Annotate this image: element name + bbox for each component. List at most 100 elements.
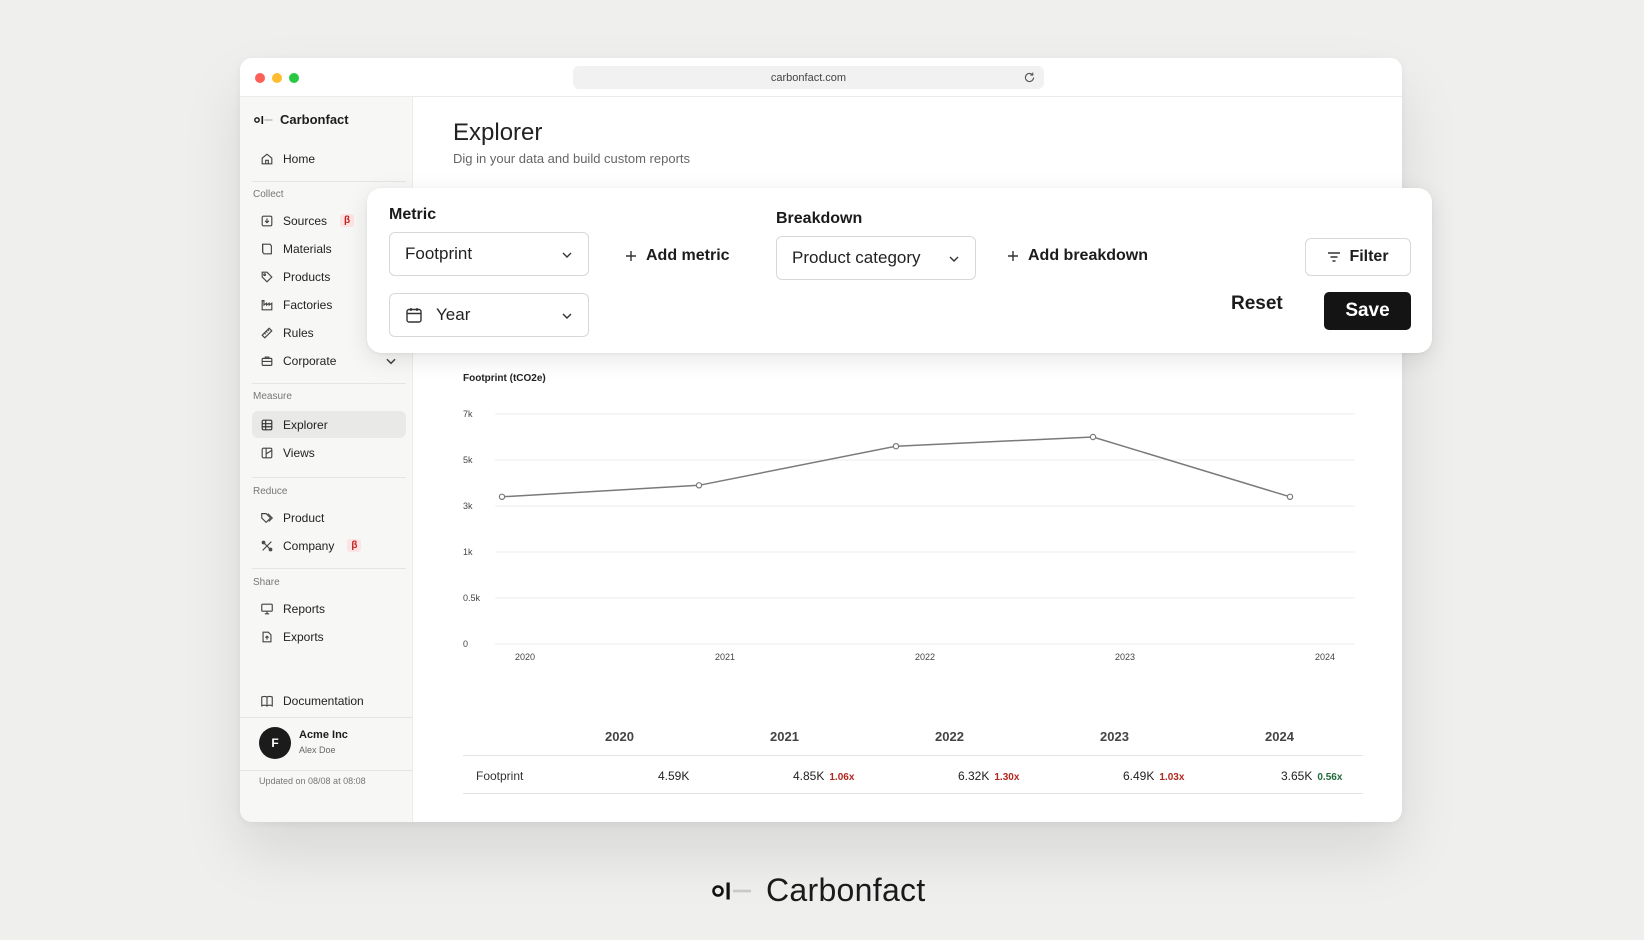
chart-data-point[interactable] — [498, 493, 506, 501]
table-row[interactable]: Footprint 4.59K 4.85K 1.06x 6.32K 1.30x 6.49K 1… — [463, 756, 1363, 794]
sidebar-item-label: Explorer — [283, 417, 328, 432]
chart-x-tick-label: 2024 — [1315, 652, 1335, 662]
table-header: 2020 2021 2022 2023 2024 — [463, 718, 1363, 756]
footer-brand-name: Carbonfact — [766, 872, 926, 908]
save-button[interactable]: Save — [1324, 292, 1411, 330]
page-subtitle: Dig in your data and build custom report… — [453, 151, 691, 166]
sidebar-item-reports[interactable]: Reports — [252, 595, 406, 622]
sidebar-item-label: Product — [283, 510, 325, 525]
beta-badge: β — [347, 539, 362, 552]
chevron-down-icon — [562, 313, 572, 319]
chart-x-tick-label: 2022 — [915, 652, 935, 662]
account-user: Alex Doe — [299, 745, 336, 755]
sidebar-logo[interactable]: Carbonfact — [254, 112, 349, 127]
add-breakdown-button[interactable]: Add breakdown — [1007, 247, 1148, 265]
ruler-icon — [261, 326, 273, 339]
chart-data-point[interactable] — [892, 442, 900, 450]
section-reduce: Reduce — [253, 486, 288, 497]
close-window-button[interactable] — [255, 73, 265, 83]
account-org: Acme Inc — [299, 729, 348, 741]
sidebar-item-company[interactable]: Company β — [252, 532, 406, 559]
sidebar-item-label: Company — [283, 538, 335, 553]
minimize-window-button[interactable] — [272, 73, 282, 83]
chart-grid — [495, 413, 1355, 645]
sidebar-item-home[interactable]: Home — [252, 145, 406, 172]
address-bar[interactable]: carbonfact.com — [573, 66, 1044, 89]
chart-y-tick-label: 3k — [463, 501, 473, 511]
table-cell: 6.49K 1.03x — [1123, 769, 1184, 783]
change-ratio: 0.56x — [1317, 772, 1343, 783]
metric-label: Metric — [389, 206, 437, 223]
chart-y-ticks: 7k 5k 3k 1k 0.5k 0 — [463, 409, 481, 649]
carbonfact-logo-icon — [712, 882, 751, 899]
reload-icon[interactable] — [1023, 71, 1036, 84]
briefcase-icon — [261, 355, 273, 366]
table-cell-value: 6.32K — [958, 769, 990, 783]
table-body: Footprint 4.59K 4.85K 1.06x 6.32K 1.30x 6.49K 1… — [463, 756, 1363, 794]
chart-data-point[interactable] — [695, 482, 703, 489]
sidebar-item-product[interactable]: Product — [252, 504, 406, 531]
change-ratio: 1.03x — [1159, 772, 1185, 783]
sidebar-item-documentation[interactable]: Documentation — [252, 687, 406, 714]
breakdown-select[interactable]: Product category — [776, 236, 976, 280]
sidebar-divider — [252, 477, 406, 478]
page-title: Explorer — [453, 119, 543, 146]
last-updated: Updated on 08/08 at 08:08 — [240, 770, 413, 790]
chart-data-point[interactable] — [1089, 433, 1097, 441]
chart-x-tick-label: 2021 — [715, 652, 735, 662]
breakdown-select-value: Product category — [792, 248, 921, 267]
tags-icon — [261, 512, 274, 523]
brand-name: Carbonfact — [280, 112, 349, 127]
period-select-value: Year — [436, 305, 471, 324]
sidebar-item-exports[interactable]: Exports — [252, 623, 406, 650]
maximize-window-button[interactable] — [289, 73, 299, 83]
table-cell: 4.85K 1.06x — [793, 769, 854, 783]
avatar: F — [259, 727, 291, 759]
sidebar-item-label: Rules — [283, 325, 314, 340]
add-metric-button[interactable]: Add metric — [625, 247, 730, 265]
carbonfact-logo-icon — [254, 115, 273, 124]
inbox-icon — [261, 215, 273, 226]
metric-select[interactable]: Footprint — [389, 232, 589, 276]
chevron-down-icon[interactable] — [384, 354, 398, 368]
footprint-line-chart: Footprint (tCO2e) 7k 5k 3k 1k 0.5k 0 2020 2021… — [463, 373, 1355, 662]
sidebar-item-label: Factories — [283, 297, 333, 312]
change-ratio: 1.06x — [829, 772, 855, 783]
home-icon — [261, 152, 273, 164]
account-switcher[interactable]: F Acme Inc Alex Doe — [240, 717, 413, 770]
table-cell: 4.59K — [658, 769, 689, 783]
footprint-table: 2020 2021 2022 2023 2024 Footprint 4.59K 4.85K… — [463, 718, 1363, 794]
tools-icon — [261, 540, 273, 551]
filter-button[interactable]: Filter — [1305, 238, 1411, 276]
chart-y-tick-label: 1k — [463, 547, 473, 557]
sidebar-item-label: Products — [283, 269, 331, 284]
table-column-header: 2020 — [605, 729, 634, 744]
period-select[interactable]: Year — [389, 293, 589, 337]
sidebar-item-label: Reports — [283, 601, 326, 616]
add-breakdown-label: Add breakdown — [1028, 247, 1149, 264]
add-metric-label: Add metric — [646, 247, 730, 264]
presentation-icon — [261, 603, 273, 614]
views-icon — [261, 447, 273, 458]
table-column-header: 2022 — [935, 729, 964, 744]
book-icon — [261, 695, 273, 707]
sidebar-item-explorer[interactable]: Explorer — [252, 411, 406, 438]
sidebar-item-views[interactable]: Views — [252, 439, 406, 466]
table-icon — [261, 419, 273, 430]
materials-icon — [262, 243, 272, 254]
table-cell-value: 4.85K — [793, 769, 825, 783]
beta-badge: β — [340, 214, 355, 227]
chart-x-tick-label: 2023 — [1115, 652, 1135, 662]
table-row-label: Footprint — [476, 769, 524, 783]
file-export-icon — [262, 631, 272, 642]
section-share: Share — [253, 577, 280, 588]
sidebar-divider — [252, 181, 406, 182]
factory-icon — [261, 299, 273, 310]
chart-x-tick-label: 2020 — [515, 652, 535, 662]
chart-data-point[interactable] — [1286, 493, 1294, 501]
sidebar-item-label: Exports — [283, 629, 324, 644]
section-collect: Collect — [253, 189, 284, 200]
change-ratio: 1.30x — [994, 772, 1020, 783]
plus-icon — [1008, 251, 1018, 261]
reset-button[interactable]: Reset — [1231, 293, 1283, 315]
